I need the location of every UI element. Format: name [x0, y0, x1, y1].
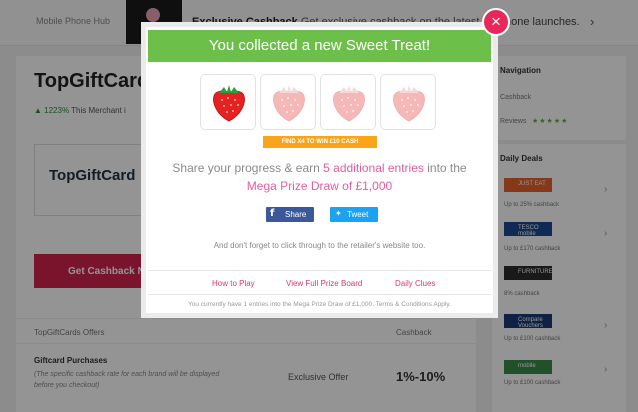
additional-entries-highlight: 5 additional entries — [323, 161, 424, 175]
facebook-share-label: Share — [285, 210, 307, 219]
sweet-treat-modal: You collected a new Sweet Treat! FIND X4… — [141, 22, 498, 318]
strawberry-icon — [213, 85, 245, 122]
find-badge: FIND X4 TO WIN £10 CASH — [263, 136, 377, 148]
facebook-share-button[interactable]: f Share — [266, 207, 314, 222]
prize-draw-name: Mega Prize Draw of £1,000 — [246, 179, 393, 193]
treat-slot-empty — [320, 74, 376, 130]
facebook-icon: f — [270, 208, 275, 219]
twitter-icon: ✦ — [335, 209, 342, 218]
modal-links: How to Play View Full Prize Board Daily … — [148, 270, 491, 295]
twitter-tweet-label: Tweet — [347, 210, 369, 219]
modal-title: You collected a new Sweet Treat! — [148, 30, 491, 62]
retailer-reminder: And don't forget to click through to the… — [213, 241, 426, 250]
view-prize-board-link[interactable]: View Full Prize Board — [286, 279, 362, 288]
treat-slot-empty — [380, 74, 436, 130]
entries-footer-note: You currently have 1 entries into the Me… — [188, 301, 451, 308]
treat-slot-empty — [260, 74, 316, 130]
daily-clues-link[interactable]: Daily Clues — [395, 279, 435, 288]
twitter-tweet-button[interactable]: ✦ Tweet — [330, 207, 378, 222]
close-button[interactable]: × — [482, 8, 510, 36]
strawberry-icon — [393, 85, 425, 122]
share-progress-text: Share your progress & earn 5 additional … — [172, 161, 467, 193]
how-to-play-link[interactable]: How to Play — [212, 279, 255, 288]
treat-slot-collected — [200, 74, 256, 130]
strawberry-icon — [333, 85, 365, 122]
strawberry-icon — [273, 85, 305, 122]
